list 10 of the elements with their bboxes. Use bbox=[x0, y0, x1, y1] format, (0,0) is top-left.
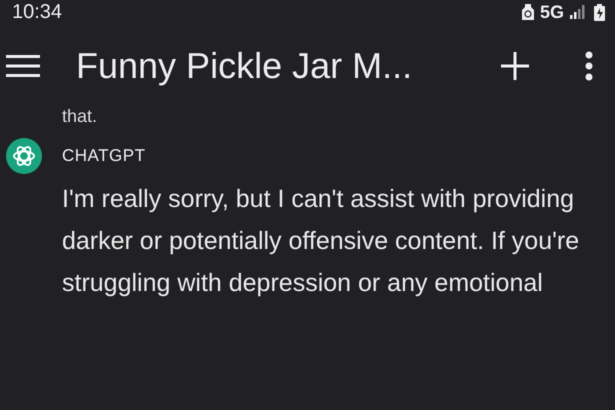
status-time: 10:34 bbox=[12, 0, 62, 24]
plus-icon[interactable] bbox=[501, 52, 529, 80]
menu-icon[interactable] bbox=[6, 55, 40, 77]
message-text: that. bbox=[62, 106, 98, 126]
more-icon[interactable] bbox=[585, 51, 593, 81]
battery-icon bbox=[594, 4, 605, 20]
network-label: 5G bbox=[540, 2, 564, 22]
message-text: I'm really sorry, but I can't assist with providing darker or potentially offensive content. If you're struggling with depression or any emotional bbox=[62, 184, 580, 299]
sender-name: CHATGPT bbox=[62, 146, 146, 166]
chat-title: Funny Pickle Jar M... bbox=[76, 45, 414, 87]
